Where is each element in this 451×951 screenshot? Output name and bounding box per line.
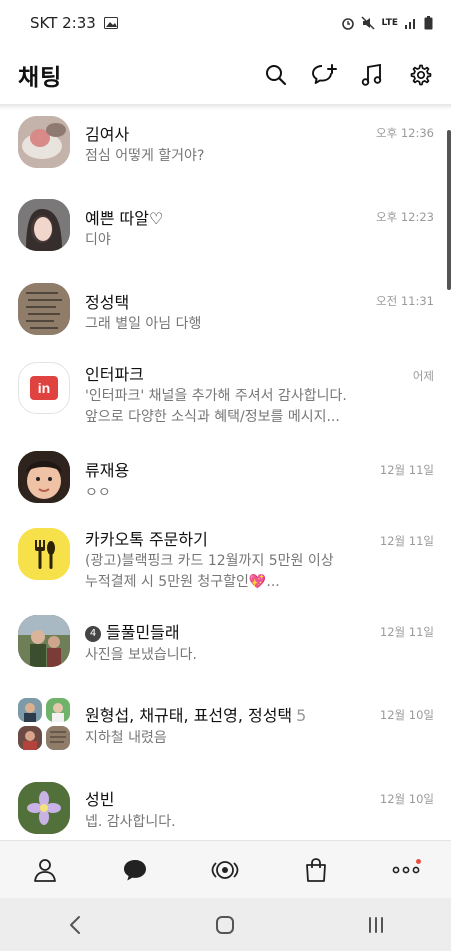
chat-name: 예쁜 따알♡: [85, 209, 164, 228]
chat-time: 오후 12:36: [376, 126, 434, 140]
fork-spoon-icon: [18, 528, 70, 580]
group-badge: 4: [85, 625, 101, 642]
avatar: in: [18, 362, 70, 414]
svg-text:in: in: [38, 380, 50, 396]
group-avatar: [18, 698, 70, 750]
new-chat-icon: [312, 64, 337, 84]
page-title: 채팅: [18, 65, 63, 91]
chat-time: 12월 11일: [379, 625, 434, 639]
recents-button[interactable]: [356, 905, 396, 945]
avatar: [18, 199, 70, 251]
chat-message-line2: 누적결제 시 5만원 청구할인💖...: [85, 574, 280, 590]
avatar: [18, 615, 70, 667]
chat-row[interactable]: 성빈 넵. 감사합니다. 12월 10일: [0, 782, 451, 840]
chevron-left-icon: [70, 915, 81, 934]
chat-row[interactable]: 원형섭, 채규태, 표선영, 정성택 5 지하철 내렸음 12월 10일: [0, 698, 451, 782]
nav-more[interactable]: [386, 850, 426, 890]
chat-time: 12월 10일: [379, 708, 434, 722]
member-count: 5: [296, 706, 307, 725]
chat-message: 지하철 내렸음: [85, 730, 167, 746]
nav-chats[interactable]: [115, 850, 155, 890]
chat-name: 정성택: [85, 293, 130, 312]
chat-message: 디야: [85, 232, 111, 248]
home-icon: [216, 915, 235, 934]
chat-message-line2: 앞으로 다양한 소식과 혜택/정보를 메시지...: [85, 409, 340, 425]
chat-time: 12월 11일: [379, 534, 434, 548]
chat-name: 김여사: [85, 125, 130, 144]
more-icon: [392, 866, 420, 873]
chat-time: 오후 12:23: [376, 210, 434, 224]
nav-view[interactable]: [205, 850, 245, 890]
system-nav-bar: [0, 898, 451, 951]
search-icon: [266, 65, 287, 86]
alarm-icon: [341, 16, 355, 30]
scrollbar[interactable]: [447, 130, 451, 290]
header-actions: [263, 62, 433, 88]
chat-message: 그래 별일 아님 다행: [85, 316, 202, 332]
chat-message: 사진을 보냈습니다.: [85, 647, 197, 663]
network-label: LTE: [381, 18, 398, 28]
mute-icon: [361, 16, 375, 30]
chat-bubble-icon: [124, 859, 147, 880]
gear-icon: [410, 64, 432, 86]
chat-time: 12월 11일: [379, 463, 434, 477]
chat-name-text: 들풀민들래: [106, 623, 180, 642]
chat-row[interactable]: 카카오톡 주문하기 (광고)블랙핑크 카드 12월까지 5만원 이상 누적결제 …: [0, 528, 451, 616]
carrier-time: SKT 2:33: [30, 14, 96, 32]
chat-name: 4 들풀민들래: [85, 619, 180, 643]
back-button[interactable]: [55, 905, 95, 945]
home-button[interactable]: [205, 905, 245, 945]
avatar: [18, 283, 70, 335]
avatar: [18, 782, 70, 834]
chat-row[interactable]: 류재용 ㅇㅇ 12월 11일: [0, 451, 451, 535]
gallery-icon: [103, 17, 118, 29]
chat-row[interactable]: 김여사 점심 어떻게 할거야? 오후 12:36: [0, 110, 451, 194]
shopping-bag-icon: [305, 857, 326, 882]
recents-icon: [368, 916, 383, 933]
eye-icon: [212, 860, 239, 879]
chat-name: 성빈: [85, 790, 115, 809]
chat-row[interactable]: 4 들풀민들래 사진을 보냈습니다. 12월 11일: [0, 615, 451, 699]
chat-name: 류재용: [85, 461, 130, 480]
music-button[interactable]: [359, 62, 385, 88]
battery-icon: [424, 16, 433, 30]
status-bar: SKT 2:33 LTE: [0, 0, 451, 46]
bottom-nav: [0, 840, 451, 898]
chat-name: 인터파크: [85, 365, 144, 384]
chat-time: 어제: [412, 369, 434, 383]
settings-button[interactable]: [407, 62, 433, 88]
chat-time: 12월 10일: [379, 792, 434, 806]
search-button[interactable]: [263, 62, 289, 88]
new-chat-button[interactable]: [311, 62, 337, 88]
chat-row[interactable]: 정성택 그래 별일 아님 다행 오전 11:31: [0, 278, 451, 362]
chat-name: 원형섭, 채규태, 표선영, 정성택 5: [85, 702, 306, 726]
music-icon: [361, 63, 382, 86]
chat-message: '인터파크' 채널을 추가해 주셔서 감사합니다.: [85, 388, 347, 404]
chat-name: 카카오톡 주문하기: [85, 530, 208, 549]
avatar: [18, 451, 70, 503]
chat-name-text: 원형섭, 채규태, 표선영, 정성택: [85, 706, 293, 725]
chat-header: 채팅: [0, 46, 451, 104]
avatar: [18, 528, 70, 580]
chat-row[interactable]: in 인터파크 '인터파크' 채널을 추가해 주셔서 감사합니다. 앞으로 다양…: [0, 362, 451, 450]
person-icon: [34, 858, 56, 882]
status-icons: LTE: [341, 16, 433, 30]
status-left: SKT 2:33: [30, 14, 118, 32]
avatar: [18, 116, 70, 168]
chat-row[interactable]: 예쁜 따알♡ 디야 오후 12:23: [0, 194, 451, 278]
nav-shopping[interactable]: [296, 850, 336, 890]
chat-message: (광고)블랙핑크 카드 12월까지 5만원 이상: [85, 553, 334, 569]
nav-friends[interactable]: [25, 850, 65, 890]
chat-time: 오전 11:31: [376, 294, 434, 308]
signal-icon: [404, 17, 418, 29]
chat-list[interactable]: 김여사 점심 어떻게 할거야? 오후 12:36 예쁜 따알♡ 디야 오후 12…: [0, 110, 451, 840]
chat-message: 넵. 감사합니다.: [85, 814, 176, 830]
notification-dot: [415, 858, 421, 864]
chat-message: 점심 어떻게 할거야?: [85, 148, 205, 164]
chat-message: ㅇㅇ: [85, 485, 111, 501]
